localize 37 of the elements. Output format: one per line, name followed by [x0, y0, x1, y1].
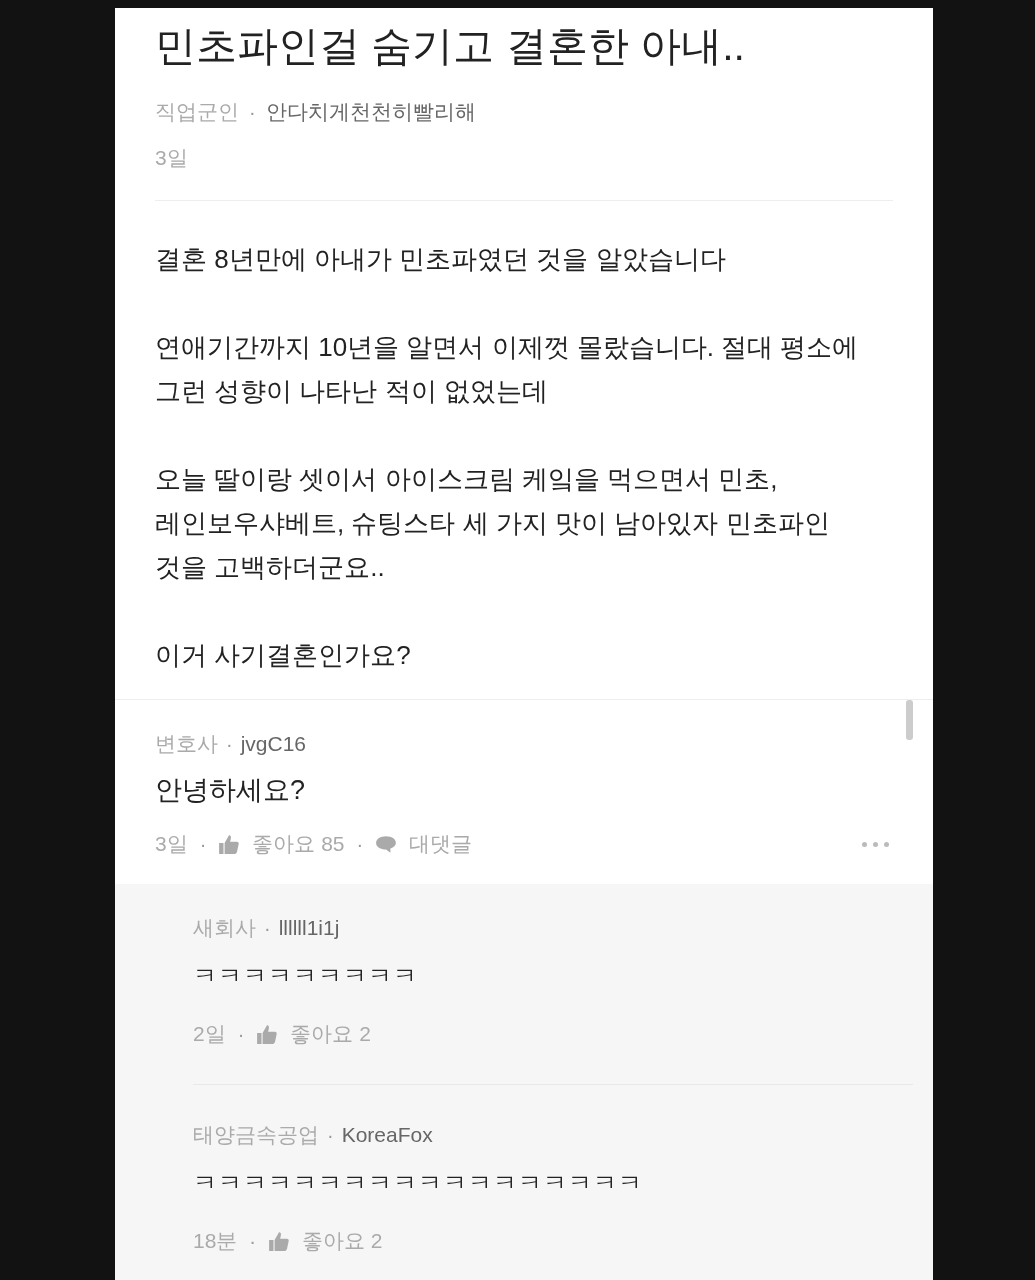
- reply-text: ㅋㅋㅋㅋㅋㅋㅋㅋㅋ: [193, 961, 419, 991]
- like-count[interactable]: 좋아요 2: [302, 1227, 383, 1255]
- post-time: 3일: [155, 145, 189, 171]
- post-paragraph: 결혼 8년만에 아내가 민초파였던 것을 알았습니다: [155, 243, 727, 276]
- comment-time: 3일: [155, 831, 188, 857]
- separator-dot: ·: [249, 1229, 257, 1253]
- separator-dot: ·: [327, 1123, 334, 1147]
- thumbs-up-icon[interactable]: [268, 1231, 291, 1251]
- company-name: 태양금속공업: [193, 1122, 319, 1148]
- author-name: llllll1i1j: [278, 916, 340, 940]
- speech-bubble-icon[interactable]: [375, 834, 398, 854]
- post-title: 민초파인걸 숨기고 결혼한 아내..: [155, 22, 746, 71]
- scrollbar[interactable]: [906, 700, 913, 740]
- company-name: 변호사: [155, 731, 218, 757]
- company-name: 새회사: [193, 915, 256, 941]
- separator-dot: ·: [237, 1022, 245, 1046]
- post-paragraph: 오늘 딸이랑 셋이서 아이스크림 케잌을 먹으면서 민초, 레인보우샤베트, 슈팅스타 세 가지 맛이 남아있자 민초파인 것을 고백하더군요..: [155, 463, 831, 584]
- thumbs-up-icon[interactable]: [256, 1024, 279, 1044]
- reply-time: 2일: [193, 1021, 226, 1047]
- like-count[interactable]: 좋아요 2: [290, 1020, 371, 1048]
- author-name: jvgC16: [240, 732, 307, 756]
- reply-link[interactable]: 대댓글: [409, 830, 473, 858]
- separator-dot: ·: [249, 100, 256, 124]
- post-paragraph: 연애기간까지 10년을 알면서 이제껏 몰랐습니다. 절대 평소에 그런 성향이 나타난 적이 없었는데: [155, 331, 860, 408]
- thumbs-up-icon[interactable]: [218, 834, 241, 854]
- author-name: 안다치게천천히빨리해: [265, 99, 476, 125]
- reply-text: ㅋㅋㅋㅋㅋㅋㅋㅋㅋㅋㅋㅋㅋㅋㅋㅋㅋㅋ: [193, 1168, 644, 1198]
- company-name: 직업군인: [155, 99, 239, 125]
- comment-text: 안녕하세요?: [155, 774, 307, 807]
- reply-time: 18분: [193, 1228, 238, 1254]
- separator-dot: ·: [226, 732, 233, 756]
- separator-dot: ·: [264, 916, 271, 940]
- like-count[interactable]: 좋아요 85: [252, 830, 345, 858]
- post-paragraph: 이거 사기결혼인가요?: [155, 639, 412, 672]
- author-name: KoreaFox: [341, 1123, 433, 1147]
- separator-dot: ·: [199, 832, 207, 856]
- separator-dot: ·: [356, 832, 364, 856]
